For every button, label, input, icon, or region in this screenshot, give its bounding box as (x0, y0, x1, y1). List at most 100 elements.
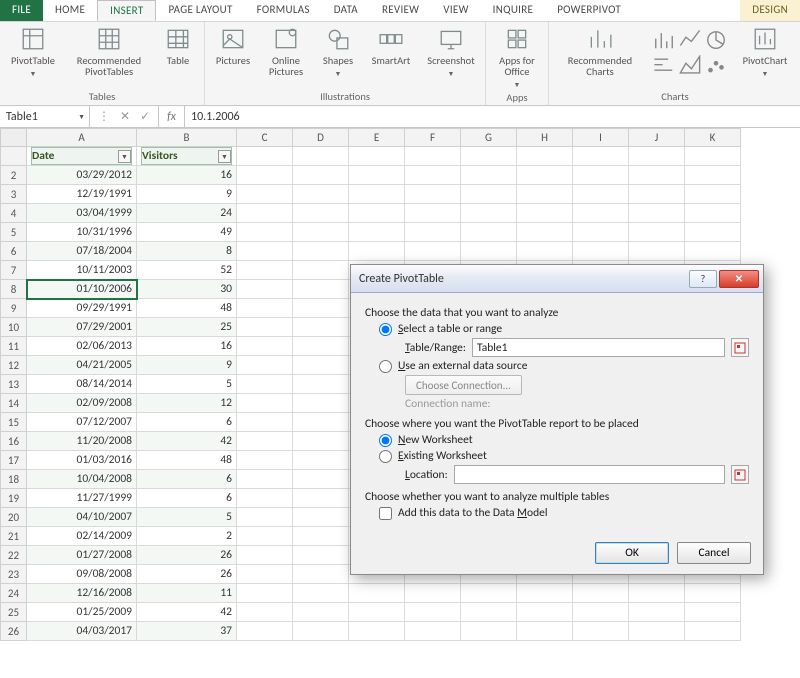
empty-cell[interactable] (293, 356, 349, 375)
data-cell[interactable]: 12 (137, 394, 237, 413)
data-cell[interactable]: 01/03/2016 (27, 451, 137, 470)
empty-cell[interactable] (517, 603, 573, 622)
empty-cell[interactable] (293, 204, 349, 223)
empty-cell[interactable] (461, 622, 517, 641)
empty-cell[interactable] (237, 470, 293, 489)
table-range-input[interactable]: Table1 (472, 338, 725, 357)
empty-cell[interactable] (685, 204, 741, 223)
empty-cell[interactable] (405, 204, 461, 223)
tab-data[interactable]: DATA (322, 0, 370, 21)
empty-cell[interactable] (237, 546, 293, 565)
empty-cell[interactable] (293, 413, 349, 432)
empty-cell[interactable] (293, 299, 349, 318)
empty-cell[interactable] (293, 185, 349, 204)
data-cell[interactable]: 16 (137, 337, 237, 356)
cancel-button[interactable]: Cancel (677, 542, 751, 564)
empty-cell[interactable] (237, 432, 293, 451)
data-cell[interactable]: 10/31/1996 (27, 223, 137, 242)
empty-cell[interactable] (685, 584, 741, 603)
data-cell[interactable]: 52 (137, 261, 237, 280)
empty-cell[interactable] (237, 280, 293, 299)
empty-cell[interactable] (517, 242, 573, 261)
tab-formulas[interactable]: FORMULAS (245, 0, 322, 21)
row-header[interactable]: 21 (1, 527, 27, 546)
col-header[interactable]: J (629, 129, 685, 147)
data-cell[interactable]: 12/19/1991 (27, 185, 137, 204)
select-all-corner[interactable] (1, 129, 27, 147)
col-header[interactable]: A (27, 129, 137, 147)
empty-cell[interactable] (685, 603, 741, 622)
empty-cell[interactable] (237, 565, 293, 584)
empty-cell[interactable] (517, 223, 573, 242)
data-cell[interactable]: 11/27/1999 (27, 489, 137, 508)
table-header-cell[interactable]: Date▼ (27, 147, 137, 166)
empty-cell[interactable] (573, 603, 629, 622)
empty-cell[interactable] (237, 603, 293, 622)
col-header[interactable]: B (137, 129, 237, 147)
empty-cell[interactable] (349, 584, 405, 603)
data-cell[interactable]: 2 (137, 527, 237, 546)
col-header[interactable]: I (573, 129, 629, 147)
empty-cell[interactable] (237, 413, 293, 432)
empty-cell[interactable] (629, 242, 685, 261)
col-header[interactable]: H (517, 129, 573, 147)
data-cell[interactable]: 02/09/2008 (27, 394, 137, 413)
empty-cell[interactable] (349, 603, 405, 622)
empty-cell[interactable] (349, 204, 405, 223)
online-pictures-button[interactable]: Online Pictures (263, 25, 309, 77)
pivottable-button[interactable]: PivotTable▼ (6, 25, 60, 79)
pivotchart-button[interactable]: PivotChart▼ (735, 25, 795, 79)
data-cell[interactable]: 01/10/2006 (27, 280, 137, 299)
tab-review[interactable]: REVIEW (370, 0, 431, 21)
empty-cell[interactable] (685, 223, 741, 242)
empty-cell[interactable] (629, 603, 685, 622)
empty-cell[interactable] (517, 204, 573, 223)
empty-cell[interactable] (461, 242, 517, 261)
empty-cell[interactable] (293, 337, 349, 356)
empty-cell[interactable] (237, 451, 293, 470)
empty-cell[interactable] (293, 223, 349, 242)
empty-cell[interactable] (293, 451, 349, 470)
empty-cell[interactable] (237, 242, 293, 261)
tab-view[interactable]: VIEW (431, 0, 480, 21)
data-cell[interactable]: 01/27/2008 (27, 546, 137, 565)
empty-cell[interactable] (405, 166, 461, 185)
empty-cell[interactable] (349, 223, 405, 242)
empty-cell[interactable] (405, 622, 461, 641)
empty-cell[interactable] (573, 584, 629, 603)
data-cell[interactable]: 30 (137, 280, 237, 299)
area-chart-icon[interactable] (679, 55, 701, 77)
filter-dropdown-icon[interactable]: ▼ (118, 150, 131, 163)
empty-cell[interactable] (293, 470, 349, 489)
empty-cell[interactable] (405, 242, 461, 261)
empty-cell[interactable] (237, 394, 293, 413)
empty-cell[interactable] (517, 622, 573, 641)
data-cell[interactable]: 04/10/2007 (27, 508, 137, 527)
column-chart-icon[interactable] (653, 29, 675, 51)
data-cell[interactable]: 09/29/1991 (27, 299, 137, 318)
empty-cell[interactable] (685, 242, 741, 261)
empty-cell[interactable] (405, 584, 461, 603)
formula-bar-input[interactable]: 10.1.2006 (185, 106, 800, 127)
col-header[interactable]: K (685, 129, 741, 147)
empty-cell[interactable] (573, 204, 629, 223)
empty-cell[interactable] (461, 603, 517, 622)
add-to-data-model-checkbox[interactable] (379, 507, 392, 520)
empty-cell[interactable] (629, 185, 685, 204)
data-cell[interactable]: 07/18/2004 (27, 242, 137, 261)
empty-cell[interactable] (349, 622, 405, 641)
name-box[interactable]: Table1 ▼ (0, 106, 90, 127)
empty-cell[interactable] (349, 166, 405, 185)
tab-file[interactable]: FILE (0, 0, 43, 21)
empty-cell[interactable] (237, 337, 293, 356)
help-button[interactable]: ? (689, 270, 717, 288)
empty-cell[interactable] (629, 204, 685, 223)
row-header[interactable]: 22 (1, 546, 27, 565)
data-cell[interactable]: 6 (137, 489, 237, 508)
empty-cell[interactable] (237, 622, 293, 641)
empty-cell[interactable] (293, 394, 349, 413)
select-range-radio[interactable] (379, 323, 392, 336)
row-header[interactable]: 8 (1, 280, 27, 299)
empty-cell[interactable] (237, 204, 293, 223)
empty-cell[interactable] (237, 375, 293, 394)
